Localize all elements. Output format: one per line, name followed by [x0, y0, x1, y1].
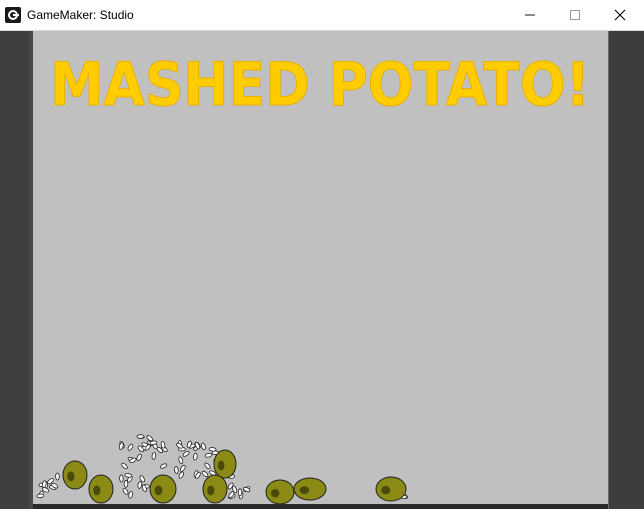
close-button[interactable] — [597, 0, 642, 30]
app-window: GameMaker: Studio MASHED POTATO! — [0, 0, 644, 509]
mash-flake — [127, 443, 134, 451]
mash-flake — [55, 472, 60, 481]
mash-flake — [204, 462, 211, 470]
mash-flake — [146, 435, 154, 442]
potato-sprite — [149, 474, 177, 504]
right-frame-line — [608, 31, 609, 509]
gamemaker-icon — [5, 7, 21, 23]
mash-flake — [122, 487, 129, 495]
mash-flake — [174, 466, 179, 474]
potato-sprite — [265, 479, 295, 505]
potato-sprite — [213, 449, 237, 479]
mash-flake — [137, 481, 143, 489]
close-icon — [614, 9, 625, 21]
mash-flake — [201, 442, 206, 451]
potato-sprite — [88, 474, 114, 504]
mash-flake — [182, 450, 190, 457]
ground-floor — [33, 504, 608, 509]
potato-sprite — [202, 474, 228, 504]
maximize-button[interactable] — [552, 0, 597, 30]
mash-flake — [193, 452, 198, 461]
mash-flake — [119, 474, 124, 483]
minimize-button[interactable] — [507, 0, 552, 30]
potato-sprite — [293, 477, 327, 501]
mash-flake — [136, 434, 145, 439]
game-canvas[interactable]: MASHED POTATO! — [33, 31, 608, 509]
mash-flake — [237, 488, 243, 497]
mash-flake — [201, 470, 209, 478]
mash-flake — [121, 462, 128, 470]
window-title: GameMaker: Studio — [27, 8, 134, 22]
mash-flake — [124, 473, 133, 478]
potato-sprite — [62, 460, 88, 490]
mash-flake — [178, 471, 185, 479]
mash-flake — [178, 456, 184, 465]
mash-flake — [208, 447, 217, 452]
minimize-icon — [524, 14, 535, 16]
title-bar[interactable]: GameMaker: Studio — [0, 0, 644, 31]
mash-flake — [159, 463, 168, 469]
mash-flake — [136, 453, 142, 462]
mash-flake — [36, 493, 45, 499]
mash-flake — [176, 442, 184, 449]
potato-sprite — [375, 476, 407, 502]
maximize-icon — [569, 10, 580, 20]
mash-flake — [123, 479, 129, 488]
potato-pile — [36, 434, 408, 505]
mash-flake — [151, 452, 157, 460]
mash-flake — [128, 490, 133, 499]
right-frame — [608, 31, 644, 509]
mash-flake — [179, 464, 186, 472]
mash-flake — [204, 452, 213, 458]
